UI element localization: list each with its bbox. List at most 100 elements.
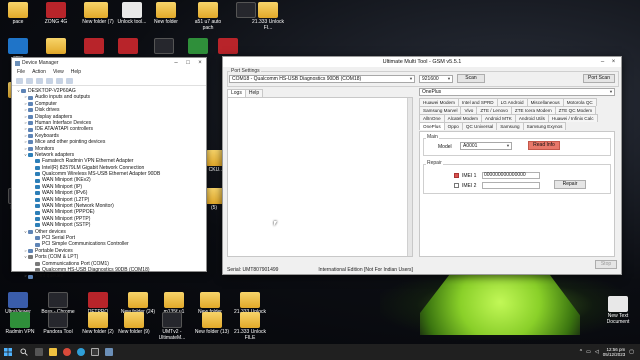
brand-tab[interactable]: OnePlus — [419, 122, 445, 130]
desktop-icon[interactable] — [146, 38, 182, 55]
desktop-icon[interactable]: Radmin VPN — [2, 312, 38, 335]
brand-tab[interactable]: AllInOne — [419, 114, 445, 122]
brand-tab[interactable]: ZTE / Lenovo — [476, 106, 512, 114]
desktop-icon[interactable] — [110, 38, 146, 55]
volume-icon[interactable]: ◁ — [595, 349, 599, 355]
brand-tab[interactable]: Samsung Exynos — [522, 122, 567, 130]
windows-logo-icon[interactable] — [0, 344, 16, 360]
port-select[interactable]: COM18 - Qualcomm HS-USB Diagnostics 90DB… — [229, 75, 415, 83]
desktop-icon[interactable] — [210, 38, 246, 55]
desktop-icon[interactable]: New folder — [148, 2, 184, 25]
desktop-icon[interactable]: 21.333 Unlock FILE — [232, 312, 268, 341]
brand-tab[interactable]: Miscellaneous — [526, 98, 564, 106]
log-scrollbar[interactable] — [407, 98, 412, 256]
brand-tab[interactable]: Samsung Marvel — [419, 106, 462, 114]
imei1-checkbox[interactable] — [454, 173, 459, 178]
imei2-checkbox[interactable] — [454, 183, 459, 188]
desktop-icon[interactable]: pace — [0, 2, 36, 25]
brand-tab[interactable]: Samsung — [496, 122, 524, 130]
help-icon[interactable] — [46, 77, 53, 84]
umt-titlebar[interactable]: Ultimate Multi Tool - GSM v5.5.1 – × — [223, 57, 621, 67]
brand-tab[interactable]: ZTE QC Modem — [554, 106, 597, 114]
close-icon[interactable]: × — [608, 57, 619, 67]
desktop-icon[interactable]: a51 u7 auto pach — [190, 2, 226, 31]
properties-icon[interactable] — [36, 77, 43, 84]
brand-tab[interactable]: Alcatel Modem — [443, 114, 483, 122]
clock[interactable]: 12:56 pm 05/12/2023 — [603, 347, 626, 358]
desktop-icon[interactable]: Unlock tool... — [114, 2, 150, 25]
brand-tab[interactable]: Motorola QC — [562, 98, 597, 106]
menu-help[interactable]: Help — [71, 69, 81, 75]
brand-tab[interactable]: Oppo — [443, 122, 463, 130]
chrome-icon[interactable] — [60, 344, 74, 360]
brand-tab[interactable]: LG Android — [496, 98, 528, 106]
device-manager-titlebar[interactable]: Device Manager – □ × — [12, 58, 206, 68]
desktop-icon[interactable] — [76, 38, 112, 55]
brand-tab[interactable]: ZTE Icera Modem — [510, 106, 556, 114]
desktop-icon[interactable]: New Text Document — [600, 296, 636, 325]
minimize-icon[interactable]: – — [597, 57, 608, 67]
desktop-icon[interactable]: New folder (7) — [80, 2, 116, 25]
menu-action[interactable]: Action — [32, 69, 46, 75]
umt-window[interactable]: Ultimate Multi Tool - GSM v5.5.1 – × Por… — [222, 56, 622, 275]
desktop-icon[interactable]: UMTv2 - UltimateM... — [154, 312, 190, 341]
scan-hardware-icon[interactable] — [56, 77, 63, 84]
imei2-field[interactable] — [482, 182, 540, 189]
baud-select[interactable]: 921600 ▼ — [419, 75, 453, 83]
tab-help[interactable]: Help — [244, 89, 264, 97]
log-panel — [227, 97, 413, 257]
app-icon — [218, 38, 238, 54]
edge-icon[interactable] — [74, 344, 88, 360]
tree-item-label: Print queues — [35, 273, 64, 280]
brand-tab[interactable]: Vivo — [460, 106, 478, 114]
task-view-icon[interactable] — [32, 344, 46, 360]
tree-item[interactable]: > Print queues — [16, 273, 206, 279]
brand-tab[interactable]: Huawei / Infinix Calc — [547, 114, 598, 122]
desktop-icon[interactable]: 21.333 Unlock FI... — [250, 2, 286, 31]
file-explorer-icon[interactable] — [46, 344, 60, 360]
desktop-icon[interactable]: New folder (13) — [194, 312, 230, 335]
menu-file[interactable]: File — [17, 69, 25, 75]
device-manager-window[interactable]: Device Manager – □ × File Action View He… — [11, 57, 207, 279]
chevron-down-icon: ▼ — [447, 76, 451, 81]
device-icon — [28, 114, 33, 119]
desktop-icon[interactable]: New folder (2) — [80, 312, 116, 335]
app-icon — [48, 292, 68, 308]
desktop-icon[interactable]: Pandora Tool — [40, 312, 76, 335]
menu-view[interactable]: View — [53, 69, 64, 75]
desktop-icon-label: New Text Document — [606, 313, 630, 325]
network-icon[interactable]: ▭ — [586, 349, 591, 355]
brand-tab[interactable]: QC Universal — [461, 122, 498, 130]
port-icon — [35, 261, 40, 266]
brand-tab[interactable]: Android MTK — [481, 114, 516, 122]
folder-icon — [46, 38, 66, 54]
desktop-icon[interactable] — [38, 38, 74, 55]
minimize-icon[interactable]: – — [170, 60, 182, 66]
desktop-icon[interactable]: ZONG 4G — [38, 2, 74, 25]
umt-taskbar-icon[interactable] — [88, 344, 102, 360]
maximize-icon[interactable]: □ — [182, 60, 194, 66]
tray-chevron-icon[interactable]: ^ — [580, 349, 582, 355]
desktop-icon[interactable]: New folder (9) — [116, 312, 152, 335]
scan-button[interactable]: Scan — [457, 74, 485, 83]
close-icon[interactable]: × — [194, 60, 206, 66]
model-select[interactable]: A0001 ▼ — [460, 142, 512, 150]
back-icon[interactable] — [16, 77, 23, 84]
port-scan-button[interactable]: Port Scan — [583, 74, 615, 83]
brand-tab[interactable]: Intel and SPRD — [457, 98, 498, 106]
device-manager-taskbar-icon[interactable] — [102, 344, 116, 360]
read-info-button[interactable]: Read Info — [528, 141, 560, 150]
notifications-icon[interactable]: ▢ — [629, 349, 634, 355]
imei1-field[interactable]: 000000000000000 — [482, 172, 540, 179]
brand-select[interactable]: OnePlus ▼ — [419, 88, 615, 96]
desktop-icon-label: New folder (9) — [118, 329, 150, 335]
monitor-icon[interactable] — [66, 77, 73, 84]
forward-icon[interactable] — [26, 77, 33, 84]
folder-icon — [88, 312, 108, 328]
brand-tab[interactable]: Huawei Modem — [419, 98, 459, 106]
repair-button[interactable]: Repair — [554, 180, 586, 189]
network-adapter-icon — [28, 153, 33, 158]
search-icon[interactable] — [16, 344, 32, 360]
brand-tab[interactable]: Android Utils — [514, 114, 549, 122]
tab-logs[interactable]: Logs — [227, 89, 246, 97]
